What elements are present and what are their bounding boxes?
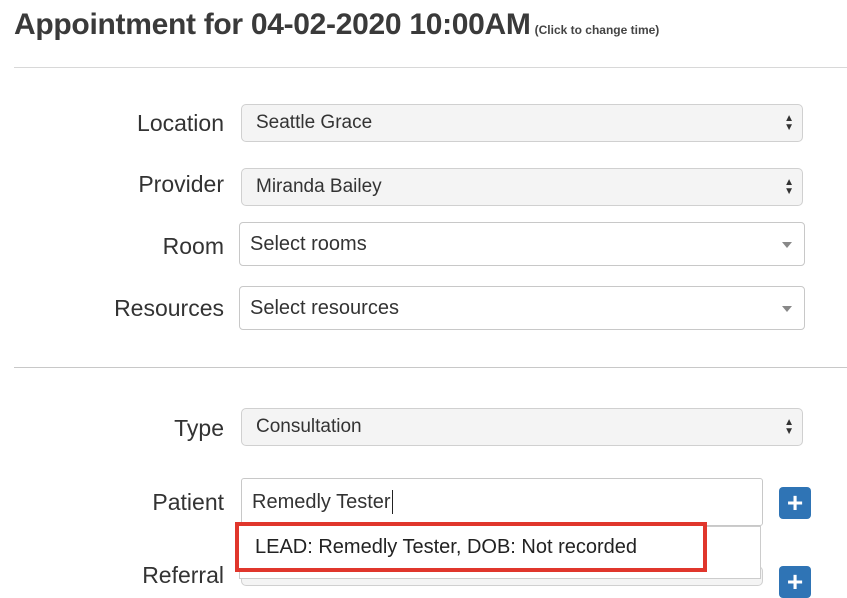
patient-input-value: Remedly Tester [252,490,391,513]
type-select[interactable]: Consultation ▲ ▼ [241,408,803,446]
referral-label: Referral [142,562,224,588]
add-patient-button[interactable]: + [779,487,811,519]
patient-input[interactable]: Remedly Tester [241,478,763,526]
resources-multiselect[interactable]: Select resources [239,286,805,330]
provider-value: Miranda Bailey [256,176,382,197]
resources-placeholder: Select resources [250,296,399,319]
location-label: Location [137,110,224,136]
select-arrows-icon: ▲ ▼ [784,177,794,197]
select-arrows-icon: ▲ ▼ [784,417,794,437]
select-arrows-icon: ▲ ▼ [784,113,794,133]
patient-label: Patient [152,489,224,515]
room-label: Room [162,233,224,259]
type-label: Type [174,415,224,441]
divider-top [14,67,847,68]
location-select[interactable]: Seattle Grace ▲ ▼ [241,104,803,142]
provider-label: Provider [138,171,224,197]
change-time-link[interactable]: (Click to change time) [535,23,660,37]
room-multiselect[interactable]: Select rooms [239,222,805,266]
text-cursor [391,490,393,514]
location-value: Seattle Grace [256,112,373,133]
chevron-down-icon [782,306,792,312]
appointment-title-text: Appointment for 04-02-2020 10:00AM [14,8,531,41]
divider-middle [14,367,847,368]
chevron-down-icon [782,242,792,248]
page-title: Appointment for 04-02-2020 10:00AM (Click… [14,8,659,48]
patient-suggestion-item[interactable]: LEAD: Remedly Tester, DOB: Not recorded [235,522,707,572]
type-value: Consultation [256,416,362,437]
provider-select[interactable]: Miranda Bailey ▲ ▼ [241,168,803,206]
resources-label: Resources [114,295,224,321]
add-referral-button[interactable]: + [779,566,811,598]
room-placeholder: Select rooms [250,232,367,255]
